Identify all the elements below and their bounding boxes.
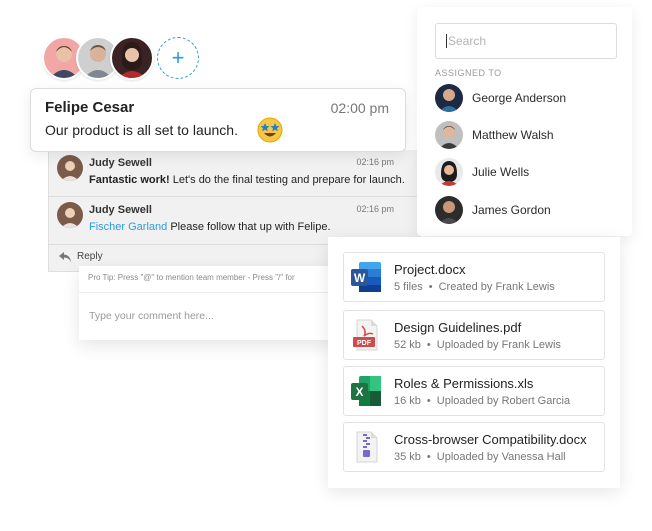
excel-icon: X [351, 376, 381, 406]
files-panel: W Project.docx 5 files • Created by Frank … [328, 237, 620, 488]
assignee-panel: Search ASSIGNED TO George Anderson Matth… [417, 7, 632, 236]
pdf-icon-label: PDF [357, 340, 372, 347]
assignee-item[interactable]: James Gordon [435, 196, 625, 226]
message-card: Felipe Cesar 02:00 pm Our product is all… [30, 88, 406, 152]
person-photo-icon [435, 196, 463, 224]
file-meta: 35 kb • Uploaded by Vanessa Hall [394, 451, 566, 463]
assigned-to-label: ASSIGNED TO [435, 68, 502, 78]
file-item[interactable]: X Roles & Permissions.xls 16 kb • Uploaded… [343, 366, 605, 416]
zip-icon [356, 431, 378, 463]
avatar [57, 202, 83, 228]
file-item[interactable]: Cross-browser Compatibility.docx 35 kb • U… [343, 422, 605, 472]
assignee-name: George Anderson [472, 91, 567, 105]
assignee-name: Matthew Walsh [472, 128, 554, 142]
assignee-item[interactable]: Julie Wells [435, 158, 625, 188]
search-placeholder: Search [448, 34, 487, 48]
file-name: Project.docx [394, 262, 466, 277]
message-time: 02:00 pm [330, 100, 389, 116]
file-meta: 52 kb • Uploaded by Frank Lewis [394, 339, 561, 351]
divider [79, 292, 339, 293]
comment-box: Pro Tip: Press "@" to mention team membe… [79, 266, 339, 340]
avatar [57, 155, 83, 181]
mention-link[interactable]: Fischer Garland [89, 221, 167, 233]
comment-time: 02:16 pm [356, 157, 394, 167]
avatar [435, 158, 463, 186]
person-photo-icon [435, 158, 463, 186]
file-name: Roles & Permissions.xls [394, 376, 534, 391]
assignee-name: Julie Wells [472, 165, 530, 179]
comment-author: Judy Sewell [89, 204, 152, 216]
message-text: Our product is all set to launch. [45, 122, 238, 138]
avatar[interactable] [110, 36, 154, 80]
avatar [435, 84, 463, 112]
pro-tip: Pro Tip: Press "@" to mention team membe… [88, 273, 295, 282]
pdf-icon: PDF [353, 319, 378, 351]
plus-icon: + [171, 45, 185, 70]
person-photo-icon [118, 42, 146, 78]
comment-text: Fantastic work! Let's do the final testi… [89, 174, 405, 186]
file-name: Design Guidelines.pdf [394, 320, 522, 335]
file-name: Cross-browser Compatibility.docx [394, 432, 587, 447]
assignee-item[interactable]: George Anderson [435, 84, 625, 114]
svg-text:X: X [355, 385, 363, 399]
person-photo-icon [435, 84, 463, 112]
svg-text:W: W [354, 271, 366, 285]
comment-author: Judy Sewell [89, 157, 152, 169]
word-icon: W [351, 262, 381, 292]
thread-comment: Judy Sewell 02:16 pm Fantastic work! Let… [49, 150, 420, 196]
file-meta: 5 files • Created by Frank Lewis [394, 281, 555, 293]
reply-arrow-icon [59, 251, 71, 262]
file-item[interactable]: PDF Design Guidelines.pdf 52 kb • Uploaded… [343, 310, 605, 360]
reply-button[interactable]: Reply [59, 251, 103, 262]
avatar [435, 121, 463, 149]
assignee-name: James Gordon [472, 203, 551, 217]
file-item[interactable]: W Project.docx 5 files • Created by Frank … [343, 252, 605, 302]
comment-time: 02:16 pm [356, 204, 394, 214]
reply-label: Reply [77, 251, 103, 262]
person-photo-icon [435, 121, 463, 149]
comment-input[interactable]: Type your comment here... [89, 310, 214, 322]
text-caret [446, 34, 447, 48]
star-struck-emoji-icon [257, 117, 283, 143]
add-member-button[interactable]: + [157, 37, 199, 79]
file-meta: 16 kb • Uploaded by Robert Garcia [394, 395, 571, 407]
person-photo-icon [57, 155, 83, 181]
person-photo-icon [57, 202, 83, 228]
message-author: Felipe Cesar [45, 99, 135, 116]
assignee-item[interactable]: Matthew Walsh [435, 121, 625, 151]
search-input[interactable]: Search [435, 23, 617, 59]
avatar [435, 196, 463, 224]
comment-text: Fischer Garland Please follow that up wi… [89, 221, 331, 233]
